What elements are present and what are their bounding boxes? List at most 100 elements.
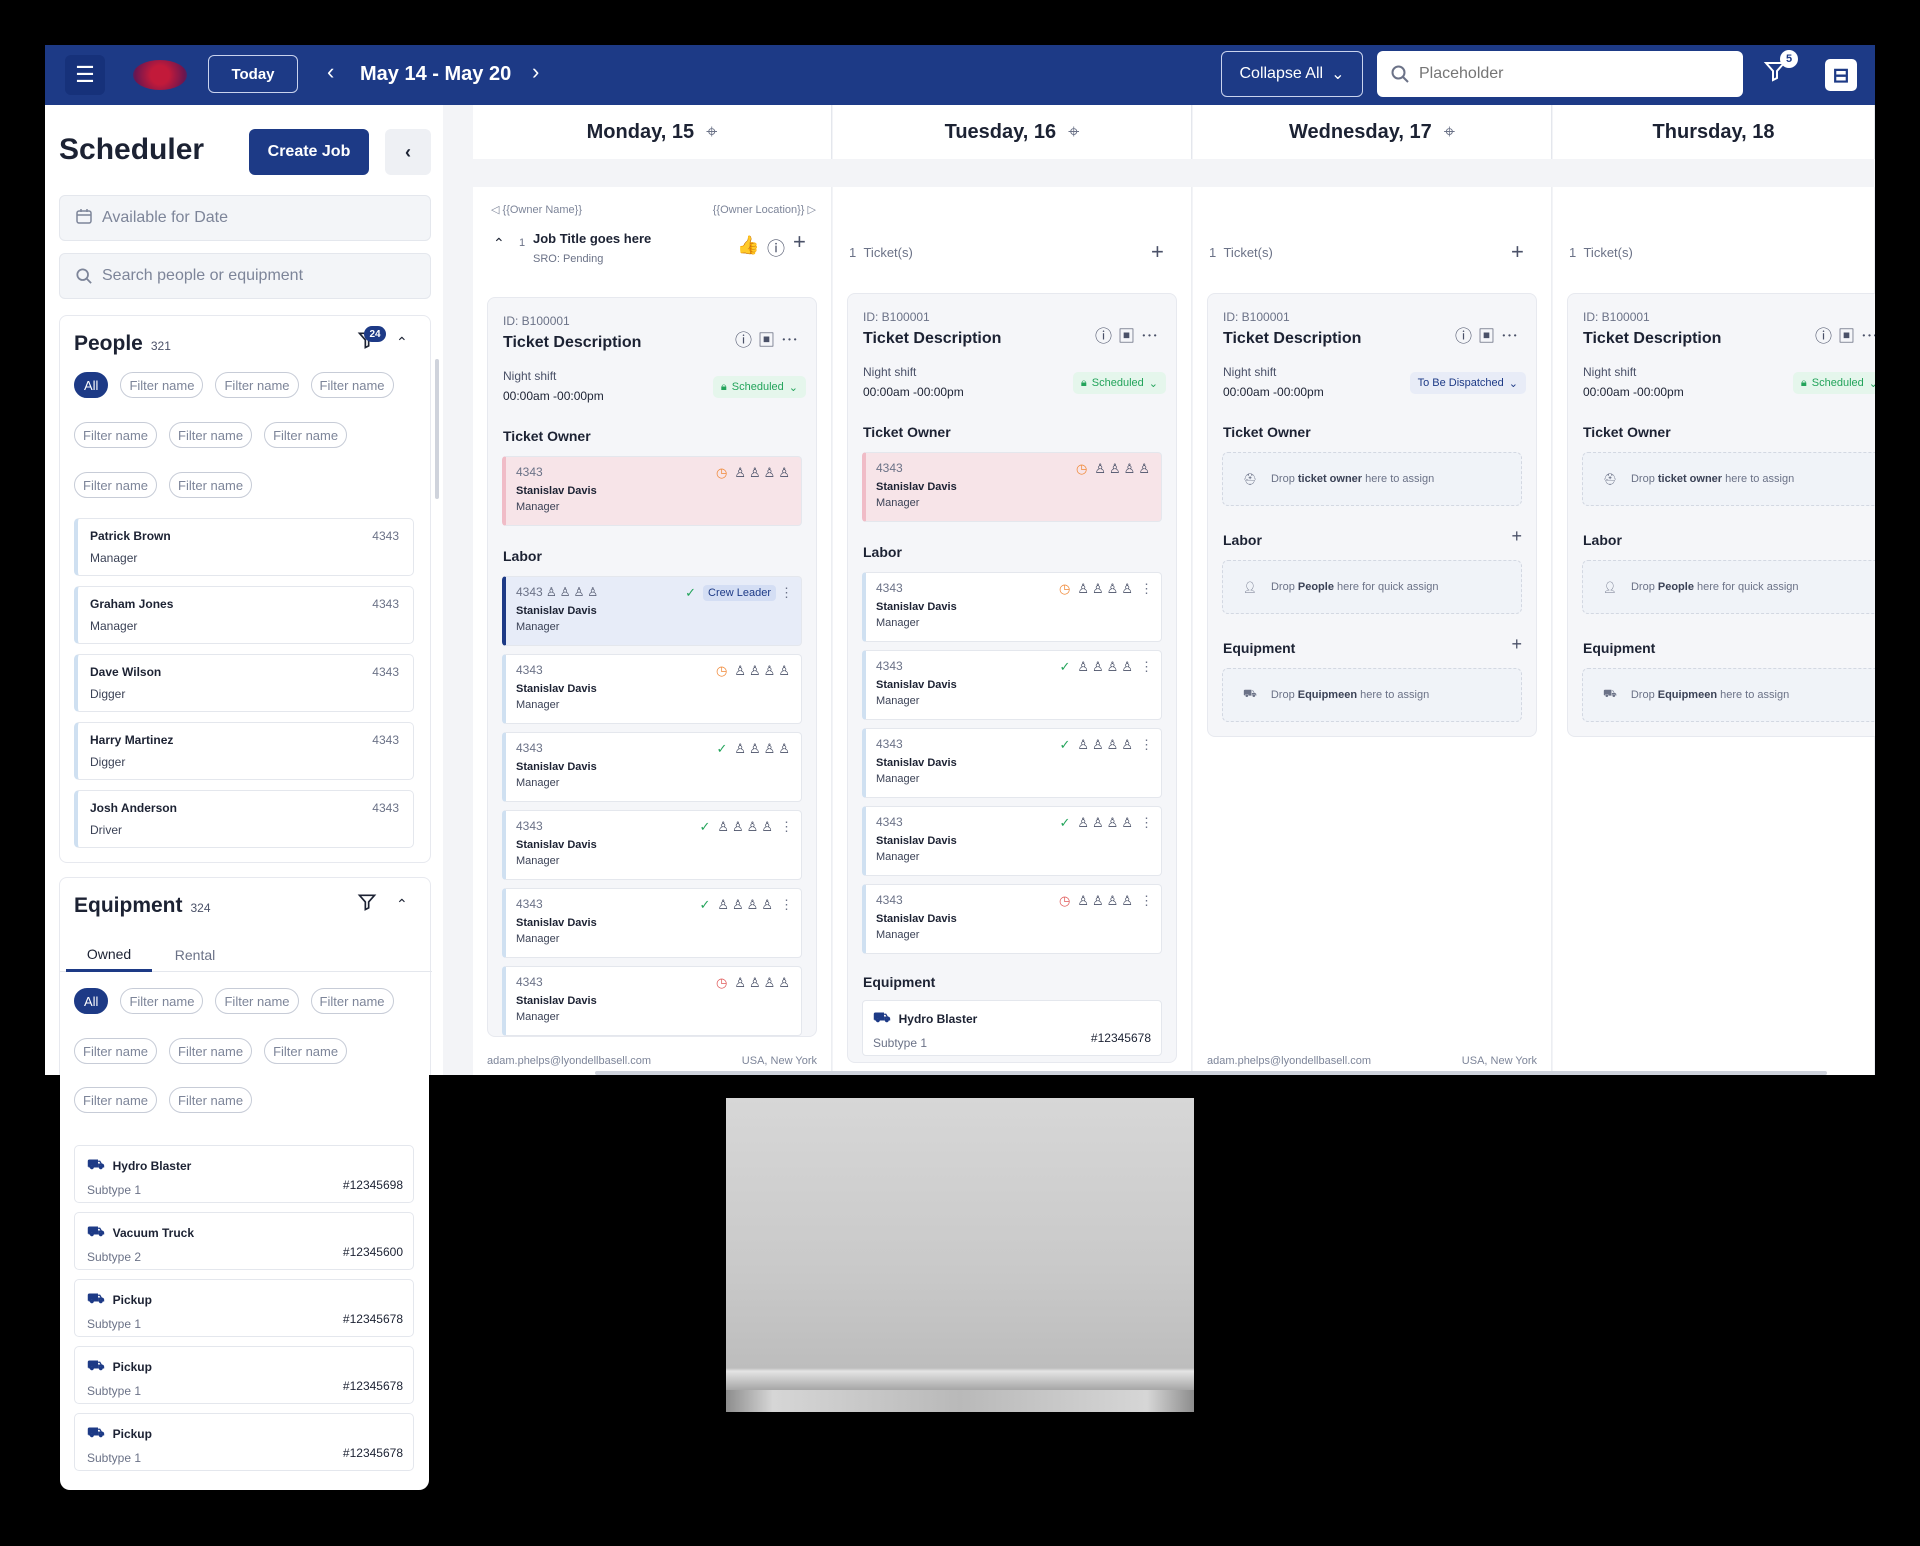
filter-chip[interactable]: Filter name <box>74 1038 158 1064</box>
menu-button[interactable]: ☰ <box>65 55 105 95</box>
equipment-card[interactable]: ⛟ Pickup Subtype 1 #12345678 <box>74 1346 414 1404</box>
tab-rental[interactable]: Rental <box>160 938 230 972</box>
more-vertical-icon[interactable]: ⋮ <box>1140 815 1153 831</box>
search-bar[interactable] <box>1377 51 1743 97</box>
drop-owner-zone[interactable]: ⛑ Drop ticket owner here to assign <box>1582 452 1875 506</box>
add-icon[interactable]: + <box>1511 634 1522 655</box>
chip-all[interactable]: All <box>74 372 109 398</box>
filter-chip[interactable]: Filter name <box>169 422 253 448</box>
app-launcher-icon[interactable]: ⊟ <box>1825 59 1857 91</box>
filter-icon[interactable] <box>357 892 377 918</box>
ticket-card[interactable]: ID: B100001 Ticket Description ⓘ▣⋯ Night… <box>1207 293 1537 737</box>
scrollbar[interactable] <box>435 359 439 499</box>
add-icon[interactable]: + <box>1151 239 1164 265</box>
more-vertical-icon[interactable]: ⋮ <box>1140 737 1153 753</box>
filter-chip[interactable]: Filter name <box>74 422 158 448</box>
filter-chip[interactable]: Filter name <box>310 988 394 1014</box>
info-icon[interactable]: ⓘ <box>735 331 758 350</box>
scrollbar[interactable] <box>595 1071 1827 1075</box>
filter-chip[interactable]: Filter name <box>215 988 299 1014</box>
ticket-card[interactable]: ID: B100001 Ticket Description ⓘ▣⋯ Night… <box>847 293 1177 1063</box>
info-icon[interactable]: ⓘ <box>767 235 785 261</box>
filter-chip[interactable]: Filter name <box>120 372 204 398</box>
info-icon[interactable]: ⓘ <box>1095 327 1118 346</box>
drop-equipment-zone[interactable]: ⛟ Drop Equipmeen here to assign <box>1222 668 1522 722</box>
labor-card[interactable]: 4343 Stanislav Davis Manager ✓ ♙♙♙♙ ⋮ <box>502 888 802 958</box>
people-equipment-search[interactable]: Search people or equipment <box>59 253 431 299</box>
ticket-owner-card[interactable]: 4343 Stanislav Davis Manager ◷ ♙♙♙♙ <box>862 452 1162 522</box>
labor-card[interactable]: 4343 Stanislav Davis Manager ◷ ♙♙♙♙ ⋮ <box>862 572 1162 642</box>
status-badge[interactable]: 🔒︎ Scheduled ⌄ <box>1072 372 1166 394</box>
more-vertical-icon[interactable]: ⋮ <box>1140 581 1153 597</box>
crosshair-icon[interactable]: ⌖ <box>1068 121 1079 144</box>
clipboard-icon[interactable]: ▣ <box>1478 327 1501 346</box>
labor-card[interactable]: 4343 ♙♙♙♙ Stanislav Davis Manager ✓ Crew … <box>502 576 802 646</box>
more-vertical-icon[interactable]: ⋮ <box>780 819 793 835</box>
collapse-all-button[interactable]: Collapse All ⌄ <box>1221 51 1363 97</box>
job-row[interactable]: ⌃ 1 Job Title goes here SRO: Pending 👍 ⓘ… <box>491 229 821 275</box>
more-vertical-icon[interactable]: ⋮ <box>1140 659 1153 675</box>
drop-people-zone[interactable]: 👤︎ Drop People here for quick assign <box>1582 560 1875 614</box>
filter-chip[interactable]: Filter name <box>310 372 394 398</box>
more-vertical-icon[interactable]: ⋮ <box>780 585 793 601</box>
chevron-up-icon[interactable]: ⌃ <box>396 896 408 913</box>
crosshair-icon[interactable]: ⌖ <box>706 121 717 144</box>
info-icon[interactable]: ⓘ <box>1455 327 1478 346</box>
filter-chip[interactable]: Filter name <box>120 988 204 1014</box>
chevron-left-icon[interactable]: ‹ <box>327 59 334 85</box>
thumbs-up-icon[interactable]: 👍 <box>737 235 759 256</box>
chevron-up-icon[interactable]: ⌃ <box>493 235 505 252</box>
drop-people-zone[interactable]: 👤︎ Drop People here for quick assign <box>1222 560 1522 614</box>
info-icon[interactable]: ⓘ <box>1815 327 1838 346</box>
more-horizontal-icon[interactable]: ⋯ <box>1501 327 1524 346</box>
equipment-card[interactable]: ⛟ Hydro Blaster Subtype 1 #12345678 <box>862 1000 1162 1056</box>
labor-card[interactable]: 4343 Stanislav Davis Manager ◷ ♙♙♙♙ <box>502 654 802 724</box>
day-header-tuesday[interactable]: Tuesday, 16 ⌖ <box>833 105 1192 159</box>
add-icon[interactable]: + <box>793 229 806 255</box>
equipment-card[interactable]: ⛟ Vacuum Truck Subtype 2 #12345600 <box>74 1212 414 1270</box>
more-vertical-icon[interactable]: ⋮ <box>780 897 793 913</box>
day-header-wednesday[interactable]: Wednesday, 17 ⌖ <box>1193 105 1552 159</box>
labor-card[interactable]: 4343 Stanislav Davis Manager ✓ ♙♙♙♙ ⋮ <box>862 728 1162 798</box>
person-card[interactable]: Graham Jones Manager 4343 <box>74 586 414 644</box>
today-button[interactable]: Today <box>208 55 298 93</box>
chip-all[interactable]: All <box>74 988 109 1014</box>
labor-card[interactable]: 4343 Stanislav Davis Manager ✓ ♙♙♙♙ ⋮ <box>862 650 1162 720</box>
person-card[interactable]: Josh Anderson Driver 4343 <box>74 790 414 848</box>
filter-chip[interactable]: Filter name <box>169 472 253 498</box>
more-horizontal-icon[interactable]: ⋯ <box>1141 327 1164 346</box>
available-date-field[interactable]: Available for Date <box>59 195 431 241</box>
filter-chip[interactable]: Filter name <box>264 1038 348 1064</box>
search-input[interactable] <box>1419 65 1719 83</box>
filter-chip[interactable]: Filter name <box>215 372 299 398</box>
labor-card[interactable]: 4343 Stanislav Davis Manager ✓ ♙♙♙♙ <box>502 732 802 802</box>
filter-chip[interactable]: Filter name <box>169 1087 253 1113</box>
add-icon[interactable]: + <box>1511 239 1524 265</box>
labor-card[interactable]: 4343 Stanislav Davis Manager ◷ ♙♙♙♙ <box>502 966 802 1036</box>
crosshair-icon[interactable]: ⌖ <box>1444 121 1455 144</box>
more-horizontal-icon[interactable]: ⋯ <box>1861 327 1875 346</box>
create-job-button[interactable]: Create Job <box>249 129 369 175</box>
status-badge[interactable]: 🔒︎ Scheduled ⌄ <box>1792 372 1875 394</box>
day-header-thursday[interactable]: Thursday, 18 <box>1553 105 1875 159</box>
clipboard-icon[interactable]: ▣ <box>1118 327 1141 346</box>
labor-card[interactable]: 4343 Stanislav Davis Manager ◷ ♙♙♙♙ ⋮ <box>862 884 1162 954</box>
chevron-right-icon[interactable]: › <box>532 59 539 85</box>
clipboard-icon[interactable]: ▣ <box>1838 327 1861 346</box>
collapse-sidebar-button[interactable]: ‹ <box>385 129 431 175</box>
labor-card[interactable]: 4343 Stanislav Davis Manager ✓ ♙♙♙♙ ⋮ <box>862 806 1162 876</box>
equipment-card[interactable]: ⛟ Hydro Blaster Subtype 1 #12345698 <box>74 1145 414 1203</box>
person-card[interactable]: Dave Wilson Digger 4343 <box>74 654 414 712</box>
more-vertical-icon[interactable]: ⋮ <box>1140 893 1153 909</box>
drop-equipment-zone[interactable]: ⛟ Drop Equipmeen here to assign <box>1582 668 1875 722</box>
more-horizontal-icon[interactable]: ⋯ <box>781 331 804 350</box>
filter-chip[interactable]: Filter name <box>74 472 158 498</box>
chevron-up-icon[interactable]: ⌃ <box>396 334 408 351</box>
add-icon[interactable]: + <box>1511 526 1522 547</box>
equipment-card[interactable]: ⛟ Pickup Subtype 1 #12345678 <box>74 1279 414 1337</box>
ticket-card[interactable]: ID: B100001 Ticket Description ⓘ▣⋯ Night… <box>1567 293 1875 737</box>
equipment-card[interactable]: ⛟ Pickup Subtype 1 #12345678 <box>74 1413 414 1471</box>
filter-chip[interactable]: Filter name <box>74 1087 158 1113</box>
ticket-owner-card[interactable]: 4343 Stanislav Davis Manager ◷ ♙♙♙♙ <box>502 456 802 526</box>
status-badge[interactable]: 🔒︎ Scheduled ⌄ <box>712 376 806 398</box>
